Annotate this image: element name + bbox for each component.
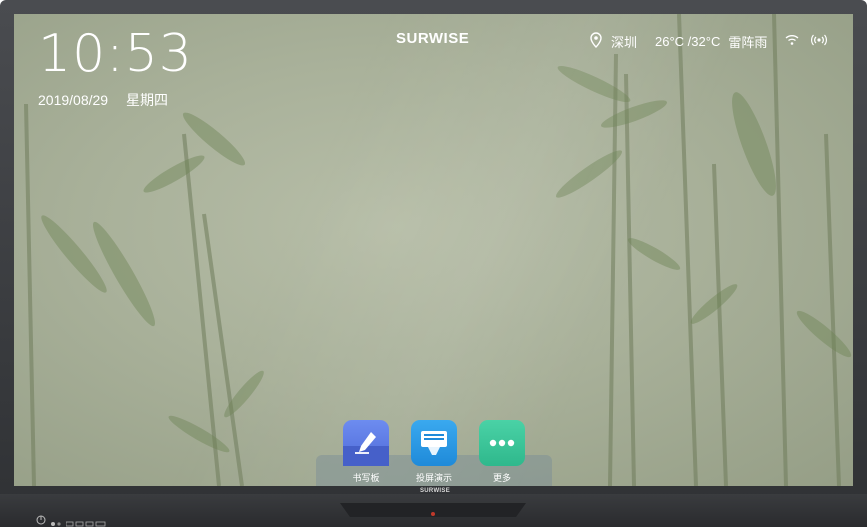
clock-date: 2019/08/29 星期四 [38, 90, 182, 110]
location-pin-icon [590, 31, 602, 51]
date-text: 2019/08/29 [38, 92, 109, 108]
status-bar: 深圳 26°C /32°C 雷阵雨 [590, 31, 828, 51]
screen-cast-app-label: 投屏演示 [415, 473, 452, 483]
bottom-bezel [0, 494, 867, 527]
wifi-icon[interactable] [785, 34, 799, 49]
display-device: 10:53 2019/08/29 星期四 SURWISE 深圳 26°C /32… [0, 0, 867, 527]
home-screen [14, 14, 853, 486]
screen-cast-app-button[interactable] [411, 420, 457, 466]
weekday-text: 星期四 [125, 92, 168, 108]
city-label[interactable]: 深圳 [611, 32, 637, 51]
whiteboard-pen-icon [343, 432, 389, 470]
weather-label: 雷阵雨 [728, 34, 768, 50]
more-app-button[interactable] [479, 420, 525, 466]
screen-cast-icon [411, 431, 457, 470]
bezel-brand-logo: SURWISE [420, 488, 450, 494]
sensor-dot [50, 514, 62, 532]
whiteboard-app-button[interactable] [343, 420, 389, 466]
front-ports [65, 514, 110, 532]
clock-time: 10:53 [38, 24, 193, 84]
temperature-label: 26°C /32°C [655, 33, 721, 49]
brand-logo: SURWISE [396, 30, 470, 47]
whiteboard-app-label: 书写板 [352, 473, 380, 483]
screen-glare [14, 14, 853, 486]
hotspot-icon[interactable] [811, 33, 828, 50]
power-button[interactable] [36, 512, 46, 530]
more-app-label: 更多 [492, 473, 511, 483]
more-dots-icon [479, 439, 525, 470]
